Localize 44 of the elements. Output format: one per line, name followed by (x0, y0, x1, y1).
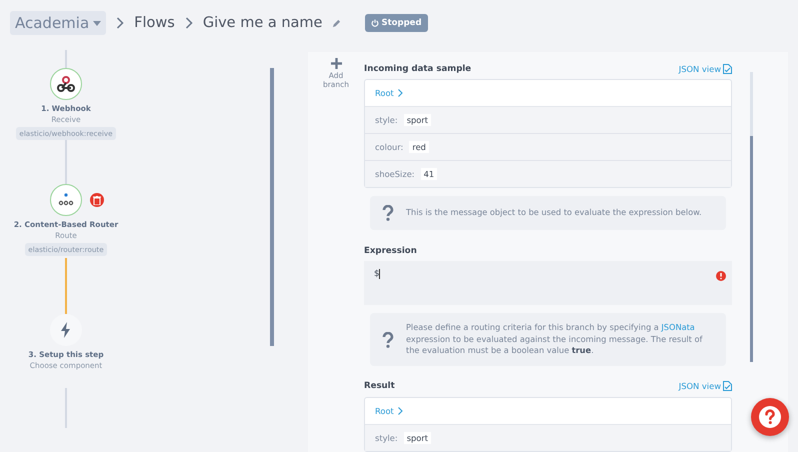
chevron-icon (184, 17, 193, 29)
field-key: shoeSize: (375, 169, 415, 180)
help-icon (758, 405, 782, 429)
field-value: 41 (420, 168, 438, 180)
expression-field[interactable]: $ (364, 261, 732, 306)
document-icon (723, 64, 732, 74)
chevron-icon (398, 89, 403, 98)
json-view-link[interactable]: JSON view (678, 381, 732, 392)
scrollbar-thumb[interactable] (270, 68, 274, 346)
field-key: style: (375, 433, 398, 443)
field-value: red (409, 141, 429, 154)
scrollbar-thumb[interactable] (750, 136, 753, 362)
jsonata-link[interactable]: JSONata (661, 322, 695, 332)
root-link[interactable]: Root (375, 88, 394, 98)
question-icon (382, 205, 394, 222)
chevron-icon (116, 17, 124, 29)
trash-icon (93, 196, 101, 204)
field-key: colour: (375, 142, 404, 152)
breadcrumb-link[interactable]: Flows (134, 15, 175, 31)
plus-icon (330, 58, 342, 69)
field-value: sport (404, 114, 432, 126)
section-title: Result (364, 381, 395, 392)
caret-icon (93, 20, 102, 26)
chevron-icon (398, 407, 403, 415)
document-icon (723, 381, 732, 392)
webhook-icon (56, 74, 76, 94)
question-icon (382, 332, 394, 348)
field-value: sport (404, 432, 432, 444)
delete-button[interactable] (90, 193, 104, 207)
hint-text: This is the message object to be used to evaluate the expression below. (406, 207, 702, 219)
step-node[interactable] (50, 184, 82, 216)
pencil-icon (332, 18, 342, 28)
status-badge: Stopped (365, 14, 428, 32)
workspace-dropdown[interactable]: Academia (10, 11, 106, 35)
json-view-link[interactable]: JSON view (678, 64, 732, 74)
root-link[interactable]: Root (375, 406, 394, 416)
field-key: style: (375, 115, 398, 126)
section-title: Incoming data sample (364, 64, 472, 74)
hint-text: Please define a routing criteria for this branch by specifying a JSONata expression to be evaluated against the incoming message. The result of the evaluation must be a boolean value true. (406, 322, 704, 357)
section-title: Expression (364, 246, 417, 256)
step-node[interactable] (50, 314, 82, 346)
step-node[interactable] (50, 68, 82, 100)
power-icon (371, 19, 380, 27)
flow-name: Give me a name (202, 15, 322, 31)
